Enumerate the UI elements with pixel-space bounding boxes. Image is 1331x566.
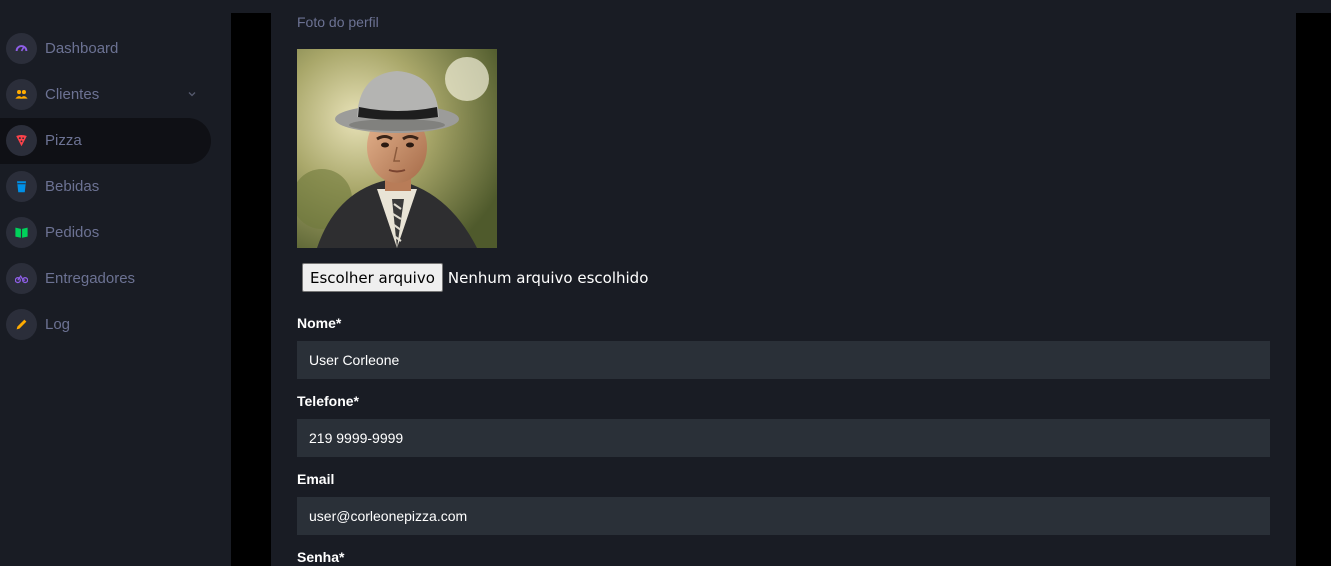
- profile-photo: [297, 49, 497, 248]
- sidebar-item-label: Entregadores: [45, 270, 136, 287]
- cup-icon: [6, 171, 37, 202]
- pizza-icon: [6, 125, 37, 156]
- sidebar-item-pizza[interactable]: Pizza: [0, 118, 211, 164]
- sidebar-item-dashboard[interactable]: Dashboard: [0, 26, 211, 72]
- sidebar-item-clientes[interactable]: Clientes: [0, 72, 211, 118]
- book-icon: [6, 217, 37, 248]
- sidebar-item-label: Bebidas: [45, 178, 100, 195]
- telefone-label: Telefone*: [297, 393, 359, 409]
- email-label: Email: [297, 471, 335, 487]
- sidebar-item-label: Pedidos: [45, 224, 100, 241]
- nome-field[interactable]: [297, 341, 1270, 379]
- email-field[interactable]: [297, 497, 1270, 535]
- nome-label: Nome*: [297, 315, 342, 331]
- telefone-field[interactable]: [297, 419, 1270, 457]
- senha-label: Senha*: [297, 549, 345, 565]
- bike-icon: [6, 263, 37, 294]
- sidebar: Dashboard Clientes Pizza Bebidas Pedidos…: [0, 0, 231, 566]
- chevron-down-icon[interactable]: [186, 88, 198, 100]
- profile-photo-label: Foto do perfil: [297, 14, 379, 30]
- sidebar-nav: Dashboard Clientes Pizza Bebidas Pedidos…: [0, 26, 231, 348]
- users-icon: [6, 79, 37, 110]
- sidebar-item-entregadores[interactable]: Entregadores: [0, 256, 211, 302]
- sidebar-item-bebidas[interactable]: Bebidas: [0, 164, 211, 210]
- sidebar-item-label: Pizza: [45, 132, 82, 149]
- sidebar-item-label: Dashboard: [45, 40, 119, 57]
- speedometer-icon: [6, 33, 37, 64]
- sidebar-item-pedidos[interactable]: Pedidos: [0, 210, 211, 256]
- file-upload: Escolher arquivo Nenhum arquivo escolhid…: [302, 263, 648, 292]
- pencil-icon: [6, 309, 37, 340]
- sidebar-item-log[interactable]: Log: [0, 302, 211, 348]
- sidebar-item-label: Log: [45, 316, 71, 333]
- sidebar-item-label: Clientes: [45, 86, 100, 103]
- choose-file-button[interactable]: Escolher arquivo: [302, 263, 443, 292]
- file-status-text: Nenhum arquivo escolhido: [447, 268, 649, 287]
